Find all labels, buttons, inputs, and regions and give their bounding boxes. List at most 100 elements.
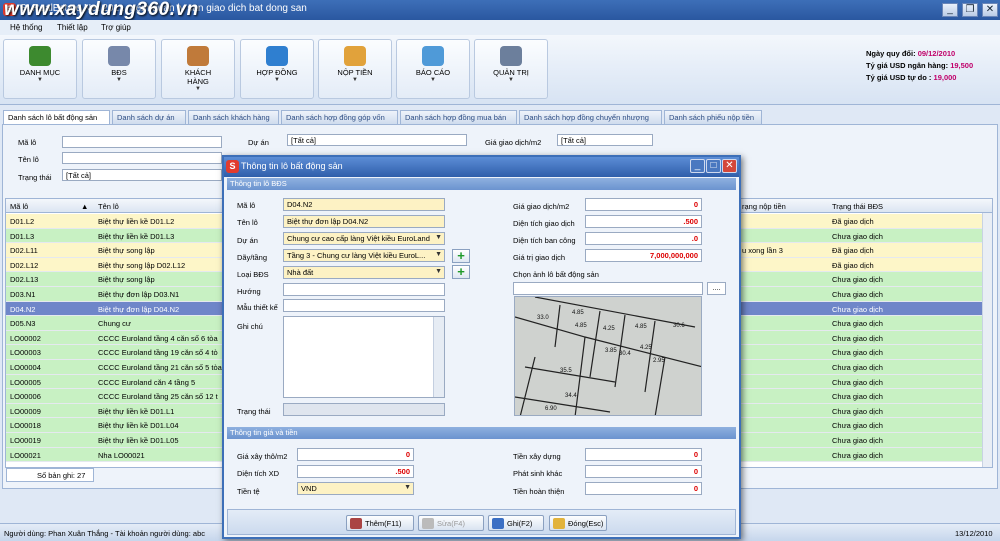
close-dialog-button[interactable]: Đóng(Esc) bbox=[549, 515, 607, 531]
table-cell: Chưa giao dịch bbox=[832, 333, 883, 343]
tab-sale-contracts[interactable]: Danh sách hợp đồng mua bán bbox=[400, 110, 517, 124]
table-cell: D04.N2 bbox=[10, 304, 36, 314]
ribbon-customer-button[interactable]: KHÁCH HÀNG ▼ bbox=[161, 39, 235, 99]
table-cell: D02.L12 bbox=[10, 260, 39, 270]
table-cell: Chưa giao dịch bbox=[832, 377, 883, 387]
table-cell: Biệt thự song lập bbox=[98, 246, 155, 256]
table-cell: Chưa giao dịch bbox=[832, 406, 883, 416]
table-cell: CCCC Euroland căn 4 tầng 5 bbox=[98, 377, 196, 387]
trang-thai-field bbox=[283, 403, 445, 416]
col-payment-status[interactable]: rạng nộp tiền bbox=[742, 202, 786, 211]
du-an-select[interactable]: Chung cư cao cấp làng Việt kiều EuroLand… bbox=[283, 232, 445, 245]
ribbon-admin-button[interactable]: QUẢN TRỊ ▼ bbox=[474, 39, 548, 99]
table-cell: Biệt thự liền kề D01.L1 bbox=[98, 406, 175, 416]
gia-gd-field[interactable]: 0 bbox=[585, 198, 702, 211]
image-path-field[interactable] bbox=[513, 282, 703, 295]
ribbon-payment-button[interactable]: NỘP TIỀN ▼ bbox=[318, 39, 392, 99]
tien-xd-label: Tiền xây dựng bbox=[513, 452, 561, 461]
tab-lots[interactable]: Danh sách lô bất động sản bbox=[3, 110, 110, 125]
filter-ma-lo-input[interactable] bbox=[62, 136, 222, 148]
maximize-button[interactable]: ❐ bbox=[962, 3, 978, 17]
loai-bds-select[interactable]: Nhà đất ▼ bbox=[283, 266, 445, 279]
add-button[interactable]: Thêm(F11) bbox=[346, 515, 414, 531]
filter-price-select[interactable]: [Tất cả] bbox=[557, 134, 653, 146]
hoan-thien-field[interactable]: 0 bbox=[585, 482, 702, 495]
table-cell: Chưa giao dịch bbox=[832, 348, 883, 358]
report-icon bbox=[422, 46, 444, 66]
add-type-button[interactable]: + bbox=[452, 265, 470, 279]
dt-bc-field[interactable]: .0 bbox=[585, 232, 702, 245]
ribbon-report-button[interactable]: BÁO CÁO ▼ bbox=[396, 39, 470, 99]
ribbon-toolbar: DANH MỤC ▼ BĐS ▼ KHÁCH HÀNG ▼ HỢP ĐỒNG ▼ NỘP… bbox=[0, 35, 1000, 105]
table-cell: Biệt thự liền kề D01.L3 bbox=[98, 231, 175, 241]
gia-xd-field[interactable]: 0 bbox=[297, 448, 414, 461]
save-icon bbox=[492, 518, 504, 529]
table-cell: Chưa giao dịch bbox=[832, 421, 883, 431]
chon-anh-label: Chọn ảnh lô bất động sản bbox=[513, 270, 599, 279]
add-floor-button[interactable]: + bbox=[452, 249, 470, 263]
tab-projects[interactable]: Danh sách dự án bbox=[112, 110, 186, 124]
col-bds-status[interactable]: Trạng thái BĐS bbox=[832, 202, 883, 211]
menu-help[interactable]: Trợ giúp bbox=[101, 23, 131, 32]
ribbon-contract-button[interactable]: HỢP ĐỒNG ▼ bbox=[240, 39, 314, 99]
ma-lo-field[interactable]: D04.N2 bbox=[283, 198, 445, 211]
grid-scrollbar[interactable] bbox=[982, 213, 992, 467]
filter-project-select[interactable]: [Tất cả] bbox=[287, 134, 467, 146]
table-cell: LO00009 bbox=[10, 406, 41, 416]
huong-label: Hướng bbox=[237, 287, 261, 296]
hoan-thien-label: Tiền hoàn thiện bbox=[513, 487, 565, 496]
filter-project-label: Dự án bbox=[248, 138, 269, 147]
filter-ma-lo-label: Mã lô bbox=[18, 138, 37, 147]
mau-tk-field[interactable] bbox=[283, 299, 445, 312]
close-button[interactable]: ✕ bbox=[982, 3, 998, 17]
ghi-chu-field[interactable] bbox=[283, 316, 445, 398]
tab-customers[interactable]: Danh sách khách hàng bbox=[188, 110, 279, 124]
record-count: Số bản ghi: 27 bbox=[6, 468, 94, 482]
dialog-minimize-button[interactable]: _ bbox=[690, 159, 705, 173]
dialog-close-button[interactable]: ✕ bbox=[722, 159, 737, 173]
note-scrollbar[interactable] bbox=[433, 317, 444, 397]
minimize-button[interactable]: _ bbox=[942, 3, 958, 17]
books-icon bbox=[29, 46, 51, 66]
table-cell: CCCC Euroland tầng 25 căn số 12 t bbox=[98, 392, 218, 402]
ribbon-catalog-button[interactable]: DANH MỤC ▼ bbox=[3, 39, 77, 99]
ribbon-bds-button[interactable]: BĐS ▼ bbox=[82, 39, 156, 99]
save-button[interactable]: Ghi(F2) bbox=[488, 515, 544, 531]
ten-lo-field[interactable]: Biệt thự đơn lập D04.N2 bbox=[283, 215, 445, 228]
tien-xd-field[interactable]: 0 bbox=[585, 448, 702, 461]
menu-settings[interactable]: Thiết lập bbox=[57, 23, 88, 32]
ghi-chu-label: Ghi chú bbox=[237, 322, 263, 331]
col-ma-lo[interactable]: Mã lô bbox=[10, 202, 28, 211]
computer-icon bbox=[500, 46, 522, 66]
day-tang-select[interactable]: Tầng 3 - Chung cư làng Việt kiều EuroL..… bbox=[283, 249, 445, 262]
filter-status-select[interactable]: [Tất cả] bbox=[62, 169, 222, 181]
tab-capital-contracts[interactable]: Danh sách hợp đồng góp vốn bbox=[281, 110, 398, 124]
dialog-footer: Thêm(F11) Sửa(F4) Ghi(F2) Đóng(Esc) bbox=[227, 509, 736, 535]
filter-ten-lo-input[interactable] bbox=[62, 152, 222, 164]
table-cell: Chưa giao dịch bbox=[832, 436, 883, 445]
gia-tri-field[interactable]: 7,000,000,000 bbox=[585, 249, 702, 262]
table-cell: Chung cư bbox=[98, 319, 131, 329]
dt-gd-field[interactable]: .500 bbox=[585, 215, 702, 228]
table-cell: LO00006 bbox=[10, 392, 41, 402]
svg-text:34.4: 34.4 bbox=[565, 393, 577, 399]
col-ten-lo[interactable]: Tên lô bbox=[98, 202, 119, 211]
menu-system[interactable]: Hệ thống bbox=[10, 23, 42, 32]
dt-xd-field[interactable]: .500 bbox=[297, 465, 414, 478]
chevron-down-icon: ▼ bbox=[435, 268, 442, 275]
tab-transfer-contracts[interactable]: Danh sách hợp đồng chuyển nhượng bbox=[519, 110, 662, 124]
table-cell: Đã giao dịch bbox=[832, 246, 874, 256]
tab-payment-receipts[interactable]: Danh sách phiếu nộp tiền bbox=[664, 110, 762, 124]
table-cell: D02.L11 bbox=[10, 246, 38, 256]
du-an-label: Dự án bbox=[237, 236, 258, 245]
dialog-maximize-button[interactable]: □ bbox=[706, 159, 721, 173]
phat-sinh-field[interactable]: 0 bbox=[585, 465, 702, 478]
browse-button[interactable]: .... bbox=[707, 282, 726, 295]
table-cell: Chưa giao dịch bbox=[832, 275, 883, 285]
bank-rate: Tỷ giá USD ngân hàng: 19,500 bbox=[866, 61, 974, 70]
edit-button[interactable]: Sửa(F4) bbox=[418, 515, 484, 531]
huong-field[interactable] bbox=[283, 283, 445, 296]
dt-xd-label: Diện tích XD bbox=[237, 469, 280, 478]
title-bar: S SLRealEstate.Net 201... nem quan ly sa… bbox=[0, 0, 1000, 20]
tien-te-select[interactable]: VND ▼ bbox=[297, 482, 414, 495]
